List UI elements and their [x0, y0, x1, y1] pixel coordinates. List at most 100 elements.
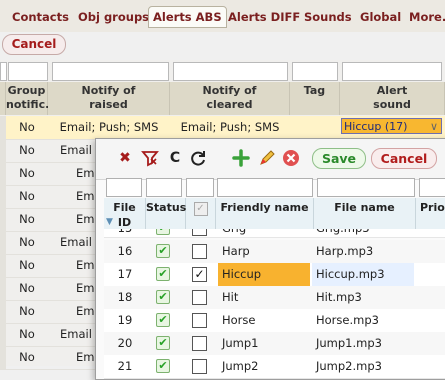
filter-input-check[interactable]: [186, 178, 214, 197]
filter-input-tag[interactable]: [292, 62, 338, 81]
tab-more[interactable]: More...: [409, 8, 445, 27]
tab-sounds[interactable]: Sounds: [304, 8, 352, 27]
table-row[interactable]: 19 ✔ Horse Horse.mp3: [104, 309, 445, 333]
group-cell: No: [19, 304, 35, 318]
group-cell: No: [19, 212, 35, 226]
file-name-cell: Hit.mp3: [316, 290, 362, 304]
refresh-icon[interactable]: [189, 149, 207, 167]
status-check-icon[interactable]: ✔: [156, 313, 170, 327]
tab-contacts[interactable]: Contacts: [12, 8, 69, 27]
file-name-cell: Hiccup.mp3: [312, 263, 414, 286]
column-header-status[interactable]: Status: [146, 198, 186, 229]
sort-down-icon: ▼: [106, 217, 113, 227]
status-check-icon[interactable]: ✔: [156, 359, 170, 373]
close-icon[interactable]: ✖: [116, 149, 134, 167]
group-cell: No: [19, 166, 35, 180]
table-row[interactable]: 21 ✔ Jump2 Jump2.mp3: [104, 355, 445, 379]
tab-alerts-diff[interactable]: Alerts DIFF: [228, 8, 300, 27]
column-header-priority[interactable]: Priori: [416, 198, 445, 229]
popup-toolbar: ✖ C Save Cancel: [96, 139, 445, 180]
edit-icon[interactable]: [258, 149, 276, 167]
chevron-down-icon[interactable]: ∨: [430, 119, 438, 135]
filter-input-group[interactable]: [8, 62, 48, 81]
filter-input-file-name[interactable]: [317, 178, 415, 197]
add-icon[interactable]: [232, 149, 250, 167]
column-header-select[interactable]: ✓: [186, 198, 216, 229]
status-check-icon[interactable]: ✔: [156, 229, 170, 235]
row-checkbox[interactable]: [192, 336, 207, 351]
friendly-name-cell: Harp: [222, 244, 250, 258]
alert-sound-value: Hiccup (17): [344, 120, 408, 133]
filter-input-file-id[interactable]: [106, 178, 142, 197]
friendly-name-cell: Jump2: [222, 359, 259, 373]
file-id-cell: 19: [117, 313, 133, 327]
table-row[interactable]: 20 ✔ Jump1 Jump1.mp3: [104, 332, 445, 356]
tab-alerts-abs[interactable]: Alerts ABS: [148, 6, 227, 28]
group-cell: No: [19, 327, 35, 341]
column-header-friendly-name[interactable]: Friendly name: [216, 198, 314, 229]
filter-input-friendly[interactable]: [217, 178, 313, 197]
row-checkbox[interactable]: [192, 244, 207, 259]
filter-input-sound[interactable]: [342, 62, 442, 81]
friendly-name-cell: Grig: [218, 229, 310, 237]
file-id-cell: 20: [117, 336, 133, 350]
file-id-cell: 21: [117, 359, 133, 373]
table-row[interactable]: 16 ✔ Harp Harp.mp3: [104, 240, 445, 264]
save-button[interactable]: Save: [312, 148, 366, 169]
file-name-cell: Jump2.mp3: [316, 359, 382, 373]
sound-picker-popup: ✖ C Save Cancel File ID ▼ Status ✓ Frien…: [95, 138, 445, 380]
select-all-checkbox[interactable]: ✓: [193, 202, 208, 216]
filter-input-cleared[interactable]: [173, 62, 288, 81]
clear-icon[interactable]: C: [166, 149, 184, 167]
status-check-icon[interactable]: ✔: [156, 244, 170, 258]
table-row-selected[interactable]: 17 ✔ ✓ Hiccup Hiccup.mp3: [104, 263, 445, 287]
cleared-cell: Email; Push; SMS: [180, 120, 280, 134]
status-check-icon[interactable]: ✔: [156, 336, 170, 350]
column-header-group[interactable]: Group notific.: [6, 82, 49, 115]
status-check-icon[interactable]: ✔: [156, 290, 170, 304]
column-header-cleared[interactable]: Notify of cleared: [170, 82, 290, 115]
column-header-alert-sound[interactable]: Alert sound: [340, 82, 445, 115]
tab-global[interactable]: Global: [360, 8, 401, 27]
file-id-cell: 15: [104, 229, 146, 237]
group-cell: No: [19, 281, 35, 295]
file-id-cell: 18: [117, 290, 133, 304]
delete-icon[interactable]: [282, 149, 300, 167]
tab-obj-groups[interactable]: Obj groups: [78, 8, 149, 27]
filter-clear-icon[interactable]: [141, 149, 159, 167]
row-checkbox-checked[interactable]: ✓: [192, 267, 207, 282]
column-header-file-name[interactable]: File name: [314, 198, 416, 229]
column-header-raised[interactable]: Notify of raised: [48, 82, 170, 115]
friendly-name-cell: Horse: [222, 313, 256, 327]
row-checkbox[interactable]: [192, 229, 207, 236]
filter-input-priority[interactable]: [419, 178, 445, 197]
file-id-cell: 17: [117, 267, 133, 281]
file-name-cell: Harp.mp3: [316, 244, 374, 258]
file-name-cell: Horse.mp3: [316, 313, 379, 327]
group-cell: No: [19, 235, 35, 249]
group-cell: No: [19, 189, 35, 203]
filter-input[interactable]: [0, 62, 7, 81]
friendly-name-cell: Hit: [222, 290, 239, 304]
row-checkbox[interactable]: [192, 313, 207, 328]
cancel-button[interactable]: Cancel: [2, 34, 66, 55]
filter-input-raised[interactable]: [52, 62, 169, 81]
status-check-icon[interactable]: ✔: [156, 267, 170, 281]
popup-cancel-button[interactable]: Cancel: [371, 148, 437, 169]
friendly-name-cell: Jump1: [222, 336, 259, 350]
alert-sound-select[interactable]: Hiccup (17) ∨: [341, 118, 442, 134]
table-row[interactable]: 18 ✔ Hit Hit.mp3: [104, 286, 445, 310]
file-id-cell: 16: [117, 244, 133, 258]
file-name-cell: Grig.mp3: [312, 229, 414, 237]
group-cell: No: [19, 143, 35, 157]
group-cell: No: [19, 258, 35, 272]
row-checkbox[interactable]: [192, 359, 207, 374]
raised-cell: Email; Push; SMS: [59, 120, 159, 134]
top-tab-bar: Contacts Obj groups Alerts ABS Alerts DI…: [0, 0, 445, 32]
filter-input-status[interactable]: [146, 178, 182, 197]
file-name-cell: Jump1.mp3: [316, 336, 382, 350]
row-checkbox[interactable]: [192, 290, 207, 305]
table-row[interactable]: 15 ✔ Grig Grig.mp3: [104, 229, 445, 238]
friendly-name-cell: Hiccup: [218, 263, 310, 286]
column-header-tag[interactable]: Tag: [290, 82, 340, 115]
